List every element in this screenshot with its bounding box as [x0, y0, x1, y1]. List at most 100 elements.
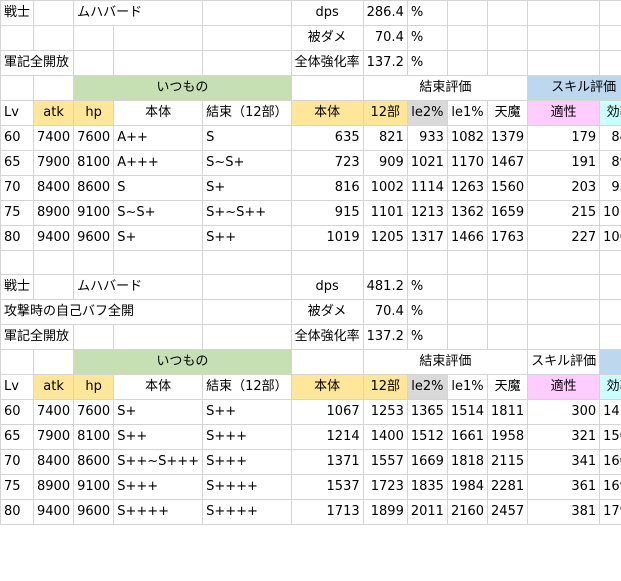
empty-cell[interactable]	[446, 299, 489, 325]
column-header[interactable]: 天魔	[487, 374, 529, 400]
kyouka-label[interactable]: 全体強化率	[290, 50, 364, 76]
character-name[interactable]: ムハバード	[73, 274, 204, 300]
column-header[interactable]: 本体	[290, 100, 364, 126]
data-cell[interactable]: 1101	[362, 200, 408, 226]
data-cell[interactable]: 1379	[487, 125, 529, 151]
empty-cell[interactable]	[599, 25, 621, 51]
column-header[interactable]: 12部	[362, 374, 408, 400]
data-cell[interactable]: 635	[290, 125, 364, 151]
empty-cell[interactable]	[113, 50, 204, 76]
empty-cell[interactable]	[202, 324, 292, 350]
data-cell[interactable]: 75	[0, 474, 35, 500]
data-cell[interactable]: 1835	[406, 474, 448, 500]
data-cell[interactable]: 723	[290, 150, 364, 176]
data-cell[interactable]: 8900	[33, 200, 75, 226]
column-header[interactable]: hp	[73, 100, 115, 126]
data-cell[interactable]: 1512	[406, 424, 448, 450]
data-cell[interactable]: 70	[0, 449, 35, 475]
column-header[interactable]: le2%	[406, 374, 448, 400]
data-cell[interactable]: 70	[0, 175, 35, 201]
data-cell[interactable]: 1317	[406, 225, 448, 251]
empty-cell[interactable]	[599, 324, 621, 350]
empty-cell[interactable]	[0, 75, 35, 101]
data-cell[interactable]: 1763	[487, 225, 529, 251]
data-cell[interactable]: 909	[362, 150, 408, 176]
column-header[interactable]: 12部	[362, 100, 408, 126]
data-cell[interactable]: 179	[527, 125, 601, 151]
column-header[interactable]: Lv	[0, 100, 35, 126]
empty-cell[interactable]	[446, 25, 489, 51]
hidame-label[interactable]: 被ダメ	[290, 25, 364, 51]
data-cell[interactable]: 80	[0, 225, 35, 251]
data-cell[interactable]: 1411	[599, 399, 621, 425]
group-kessoku[interactable]: 結束評価	[362, 349, 529, 375]
kyouka-value[interactable]: 137.2	[362, 324, 408, 350]
data-cell[interactable]: 1400	[362, 424, 408, 450]
column-header[interactable]: 効率	[599, 100, 621, 126]
kyouka-value[interactable]: 137.2	[362, 50, 408, 76]
column-header[interactable]: le2%	[406, 100, 448, 126]
empty-cell[interactable]	[290, 250, 364, 275]
data-cell[interactable]: 8100	[73, 150, 115, 176]
data-cell[interactable]: 1984	[446, 474, 489, 500]
empty-cell[interactable]	[0, 25, 35, 51]
empty-cell[interactable]	[487, 250, 529, 275]
data-cell[interactable]: 8100	[73, 424, 115, 450]
data-cell[interactable]: S	[202, 125, 292, 151]
dps-value[interactable]: 481.2	[362, 274, 408, 300]
empty-cell[interactable]	[527, 299, 601, 325]
data-cell[interactable]: 1213	[406, 200, 448, 226]
data-cell[interactable]: 8900	[33, 474, 75, 500]
column-header[interactable]: le1%	[446, 374, 489, 400]
empty-cell[interactable]	[113, 324, 204, 350]
data-cell[interactable]: 1170	[446, 150, 489, 176]
data-cell[interactable]: 65	[0, 424, 35, 450]
data-cell[interactable]: 215	[527, 200, 601, 226]
data-cell[interactable]: 1792	[599, 499, 621, 525]
percent-label[interactable]: %	[406, 50, 448, 76]
data-cell[interactable]: 8600	[73, 449, 115, 475]
data-cell[interactable]: 9400	[33, 499, 75, 525]
hidame-label[interactable]: 被ダメ	[290, 299, 364, 325]
data-cell[interactable]: 897	[599, 150, 621, 176]
column-header[interactable]: 結束（12部）	[202, 100, 292, 126]
data-cell[interactable]: 7900	[33, 424, 75, 450]
percent-label[interactable]: %	[406, 274, 448, 300]
group-itsumono[interactable]: いつもの	[73, 349, 292, 375]
data-cell[interactable]: S++	[202, 225, 292, 251]
column-header[interactable]: hp	[73, 374, 115, 400]
gunki-label[interactable]: 軍記全開放	[0, 50, 75, 76]
data-cell[interactable]: 933	[406, 125, 448, 151]
empty-cell[interactable]	[33, 0, 75, 26]
data-cell[interactable]: S+	[113, 225, 204, 251]
empty-cell[interactable]	[202, 50, 292, 76]
empty-cell[interactable]	[527, 0, 601, 26]
column-header[interactable]: le1%	[446, 100, 489, 126]
data-cell[interactable]: S+++	[113, 474, 204, 500]
dps-label[interactable]: dps	[290, 0, 364, 26]
percent-label[interactable]: %	[406, 299, 448, 325]
hidame-value[interactable]: 70.4	[362, 25, 408, 51]
data-cell[interactable]: 80	[0, 499, 35, 525]
data-cell[interactable]: 1466	[446, 225, 489, 251]
empty-cell[interactable]	[73, 25, 115, 51]
data-cell[interactable]: 321	[527, 424, 601, 450]
data-cell[interactable]: 75	[0, 200, 35, 226]
data-cell[interactable]: 9100	[73, 200, 115, 226]
data-cell[interactable]: 1365	[406, 399, 448, 425]
data-cell[interactable]: 1899	[362, 499, 408, 525]
data-cell[interactable]: 2115	[487, 449, 529, 475]
group-itsumono[interactable]: いつもの	[73, 75, 292, 101]
empty-cell[interactable]	[406, 250, 448, 275]
empty-cell[interactable]	[73, 50, 115, 76]
data-cell[interactable]: 381	[527, 499, 601, 525]
data-cell[interactable]: S+++	[202, 424, 292, 450]
data-cell[interactable]: 7600	[73, 399, 115, 425]
data-cell[interactable]: 7600	[73, 125, 115, 151]
data-cell[interactable]: S+~S++	[202, 200, 292, 226]
empty-cell[interactable]	[202, 0, 292, 26]
empty-cell[interactable]	[33, 75, 75, 101]
data-cell[interactable]: 300	[527, 399, 601, 425]
empty-cell[interactable]	[0, 349, 35, 375]
data-cell[interactable]: S+++	[202, 449, 292, 475]
